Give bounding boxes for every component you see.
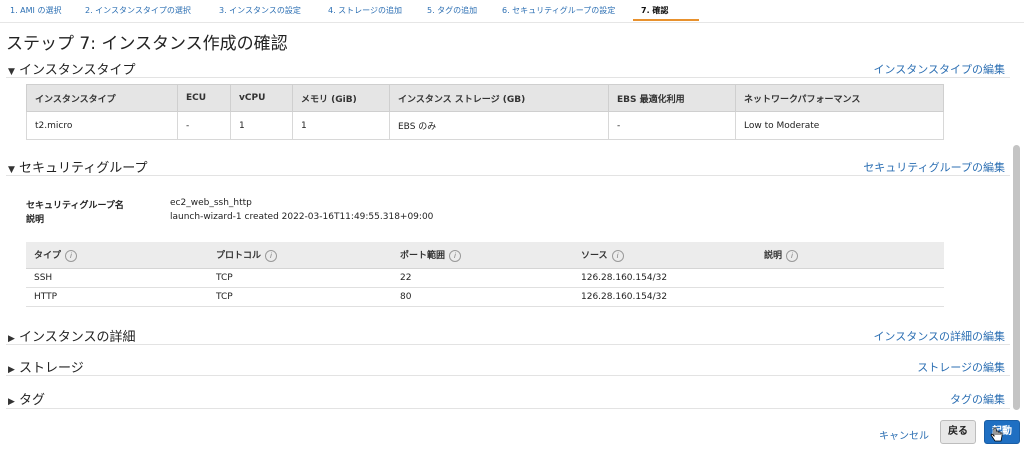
column-header: タイプ i (26, 242, 208, 269)
info-icon[interactable]: i (265, 250, 278, 262)
section-divider (6, 375, 1010, 376)
instance-type-table: インスタンスタイプ ECU vCPU メモリ (GiB) インスタンス ストレー… (26, 84, 944, 140)
cancel-button[interactable]: キャンセル (879, 427, 929, 442)
table-cell: - (608, 111, 736, 140)
edit-instance-type-link[interactable]: インスタンスタイプの編集 (873, 61, 1005, 77)
table-cell: 1 (292, 111, 390, 140)
table-cell: TCP (208, 287, 392, 307)
caret-right-icon: ▶ (8, 397, 15, 407)
info-icon[interactable]: i (65, 250, 78, 262)
table-cell: TCP (208, 268, 392, 288)
section-toggle-tags[interactable]: ▶ タグ (8, 389, 45, 408)
page-title: ステップ 7: インスタンス作成の確認 (6, 34, 288, 54)
section-heading: セキュリティグループ (19, 161, 148, 176)
column-header: プロトコル i (208, 242, 392, 269)
back-button[interactable]: 戻る (940, 420, 976, 444)
section-toggle-instance-type[interactable]: ▼ インスタンスタイプ (8, 59, 135, 78)
wizard-step-instance-config[interactable]: 3. インスタンスの設定 (219, 5, 301, 16)
caret-down-icon: ▼ (8, 165, 15, 175)
column-header-label: ソース (581, 251, 608, 261)
wizard-step-instance-type[interactable]: 2. インスタンスタイプの選択 (85, 5, 191, 16)
active-step-indicator (633, 19, 699, 21)
wizard-step-tags[interactable]: 5. タグの追加 (427, 5, 477, 16)
column-header: インスタンス ストレージ (GB) (389, 84, 609, 112)
table-cell: 126.28.160.154/32 (573, 268, 756, 288)
security-group-desc-label: 説明 (26, 215, 45, 225)
wizard-step-security-group[interactable]: 6. セキュリティグループの設定 (502, 5, 615, 16)
table-cell: 1 (230, 111, 293, 140)
info-icon[interactable]: i (611, 250, 624, 262)
caret-right-icon: ▶ (8, 334, 15, 344)
security-group-name-value: ec2_web_ssh_http (170, 198, 252, 208)
column-header: 説明 i (756, 242, 944, 269)
column-header: EBS 最適化利用 (608, 84, 736, 112)
column-header: メモリ (GiB) (292, 84, 390, 112)
table-header-row: タイプ i プロトコル i ポート範囲 i ソース i 説明 i (26, 242, 944, 269)
section-toggle-security-group[interactable]: ▼ セキュリティグループ (8, 157, 147, 176)
table-row: t2.micro - 1 1 EBS のみ - Low to Moderate (26, 111, 944, 140)
edit-storage-link[interactable]: ストレージの編集 (917, 359, 1005, 375)
table-cell (756, 287, 944, 307)
table-cell: HTTP (26, 287, 208, 307)
table-cell: EBS のみ (389, 111, 609, 140)
table-cell (756, 268, 944, 288)
hand-cursor-icon (990, 427, 1003, 442)
section-divider (6, 175, 1010, 176)
wizard-steps: 1. AMI の選択 2. インスタンスタイプの選択 3. インスタンスの設定 … (0, 0, 1024, 23)
table-cell: SSH (26, 268, 208, 288)
security-group-desc-value: launch-wizard-1 created 2022-03-16T11:49… (170, 212, 434, 222)
security-group-name-label: セキュリティグループ名 (26, 201, 124, 211)
section-heading: タグ (19, 393, 46, 408)
column-header-label: タイプ (34, 251, 62, 261)
edit-tags-link[interactable]: タグの編集 (950, 391, 1005, 407)
table-cell: 22 (392, 268, 573, 288)
section-toggle-storage[interactable]: ▶ ストレージ (8, 357, 84, 376)
section-heading: ストレージ (19, 361, 84, 376)
column-header: ECU (177, 84, 231, 112)
section-toggle-instance-details[interactable]: ▶ インスタンスの詳細 (8, 326, 135, 345)
wizard-step-storage[interactable]: 4. ストレージの追加 (328, 5, 402, 16)
caret-right-icon: ▶ (8, 365, 15, 375)
table-cell: Low to Moderate (735, 111, 944, 140)
scrollbar[interactable] (1013, 145, 1020, 410)
column-header: インスタンスタイプ (26, 84, 178, 112)
edit-security-group-link[interactable]: セキュリティグループの編集 (863, 159, 1005, 175)
column-header: ソース i (573, 242, 756, 269)
wizard-step-ami[interactable]: 1. AMI の選択 (10, 5, 61, 16)
table-cell: 80 (392, 287, 573, 307)
section-divider (6, 77, 1010, 78)
wizard-step-review[interactable]: 7. 確認 (641, 5, 668, 16)
column-header-label: 説明 (764, 251, 783, 261)
edit-instance-details-link[interactable]: インスタンスの詳細の編集 (873, 328, 1005, 344)
table-header-row: インスタンスタイプ ECU vCPU メモリ (GiB) インスタンス ストレー… (26, 84, 944, 112)
section-divider (6, 408, 1010, 409)
section-divider (6, 344, 1010, 345)
column-header: vCPU (230, 84, 293, 112)
table-cell: - (177, 111, 231, 140)
section-heading: インスタンスタイプ (19, 63, 136, 78)
table-cell: 126.28.160.154/32 (573, 287, 756, 307)
column-header: ネットワークパフォーマンス (735, 84, 944, 112)
section-heading: インスタンスの詳細 (19, 330, 136, 345)
column-header-label: プロトコル (216, 251, 262, 261)
table-row: SSH TCP 22 126.28.160.154/32 (26, 268, 944, 288)
table-cell: t2.micro (26, 111, 178, 140)
info-icon[interactable]: i (449, 250, 462, 262)
column-header-label: ポート範囲 (400, 251, 446, 261)
security-rules-table: タイプ i プロトコル i ポート範囲 i ソース i 説明 i SSH TCP 22 1… (26, 242, 944, 307)
column-header: ポート範囲 i (392, 242, 573, 269)
info-icon[interactable]: i (786, 250, 799, 262)
table-row: HTTP TCP 80 126.28.160.154/32 (26, 287, 944, 307)
caret-down-icon: ▼ (8, 67, 15, 77)
